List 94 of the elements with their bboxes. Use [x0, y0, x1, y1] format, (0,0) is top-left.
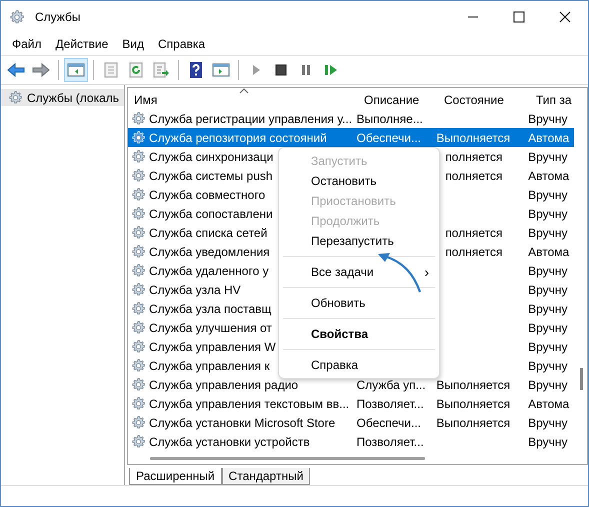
table-cell: Служба управления к — [149, 358, 270, 372]
view-tab[interactable]: Расширенный — [129, 468, 222, 485]
table-cell-text: Вручну — [528, 226, 569, 240]
table-cell: Служба установки устройств — [149, 434, 310, 448]
table-cell-text: Автома — [528, 244, 570, 258]
table-cell: Выполняется — [436, 396, 510, 410]
column-header[interactable]: Имя — [128, 92, 364, 106]
selected-row[interactable]: Служба репозитория состояний Обеспечи... Выполняется Автома — [128, 128, 574, 147]
table-cell: Служба уп... — [356, 378, 426, 392]
table-cell: Служба управления радио — [149, 378, 298, 392]
menu-item[interactable]: Остановить — [279, 171, 439, 191]
menu-item[interactable]: Вид — [115, 37, 151, 51]
gear-icon — [131, 111, 146, 126]
gear-icon — [131, 358, 146, 373]
gear-icon — [131, 187, 146, 202]
table-cell: Позволяет... — [356, 396, 424, 410]
menu-item[interactable]: Все задачи › — [279, 262, 439, 282]
gear-icon — [131, 263, 146, 278]
table-cell: Служба узла HV — [149, 282, 241, 296]
horizontal-scrollbar[interactable] — [150, 457, 425, 460]
menu-item[interactable]: Обновить — [279, 293, 439, 313]
table-cell-text: Вручну — [528, 340, 569, 354]
table-cell: полняется — [445, 168, 502, 182]
table-cell: Выполняе... — [356, 112, 423, 126]
table-cell-text: Вручну — [528, 358, 569, 372]
view-tab[interactable]: Стандартный — [222, 468, 310, 485]
gear-icon — [8, 90, 23, 105]
table-cell: Выполняется — [436, 416, 510, 430]
table-cell: Служба совместного — [149, 188, 266, 202]
gear-icon — [9, 9, 25, 25]
table-cell: Позволяет... — [356, 434, 424, 448]
table-cell-text: Вручну — [528, 302, 569, 316]
table-cell: Служба улучшения от — [149, 320, 272, 334]
gear-icon — [131, 377, 146, 392]
table-cell-text: Вручну — [528, 378, 569, 392]
gear-icon — [131, 168, 146, 183]
gear-icon — [131, 282, 146, 297]
vertical-scrollbar[interactable] — [580, 368, 583, 390]
column-header[interactable]: Тип за — [536, 92, 582, 106]
table-cell: Служба синхронизаци — [149, 150, 274, 164]
gear-icon — [131, 396, 146, 411]
table-cell-text: Вручну — [528, 188, 569, 202]
table-cell: Выполняется — [436, 130, 510, 144]
table-cell-text: Автома — [528, 396, 570, 410]
table-cell-text: Вручну — [528, 264, 569, 278]
menu-item[interactable]: Перезапустить — [279, 231, 439, 251]
tree-item[interactable]: Службы (локаль — [1, 89, 124, 106]
table-cell: Служба управления W — [149, 340, 276, 354]
table-cell: Служба репозитория состояний — [149, 130, 327, 144]
table-cell: полняется — [445, 244, 502, 258]
table-cell-text: Автома — [528, 130, 570, 144]
menu-item[interactable]: Свойства — [279, 324, 439, 344]
console-tree-icon[interactable] — [65, 59, 87, 81]
table-cell: Выполняется — [436, 378, 510, 392]
table-cell-text: Вручну — [528, 206, 569, 220]
column-header[interactable]: Состояние — [444, 92, 536, 106]
column-header[interactable]: Описание — [364, 92, 444, 106]
table-cell: Служба сопоставлени — [149, 206, 273, 220]
gear-icon — [131, 320, 146, 335]
table-cell: Служба уведомления — [149, 244, 270, 258]
gear-icon — [131, 130, 146, 145]
gear-icon — [131, 301, 146, 316]
gear-icon — [131, 339, 146, 354]
table-cell-text: Вручну — [528, 416, 569, 430]
table-cell: Обеспечи... — [356, 416, 421, 430]
table-cell: Служба установки Microsoft Store — [149, 416, 336, 430]
menu-item[interactable]: Справка — [279, 355, 439, 375]
gear-icon — [131, 225, 146, 240]
gear-icon — [131, 149, 146, 164]
table-cell: Служба управления текстовым вв... — [149, 396, 350, 410]
table-cell: Служба регистрации управления у... — [149, 112, 352, 126]
table-cell-text: Вручну — [528, 150, 569, 164]
gear-icon — [131, 415, 146, 430]
gear-icon — [131, 244, 146, 259]
table-cell-text: Вручну — [528, 112, 569, 126]
window-title: Службы — [35, 10, 80, 24]
table-cell: Служба узла поставщ — [149, 302, 272, 316]
table-cell: Служба списка сетей — [149, 226, 268, 240]
table-cell: полняется — [445, 226, 502, 240]
sort-caret-icon — [239, 88, 249, 94]
gear-icon — [131, 206, 146, 221]
menu-item[interactable]: Действие — [48, 37, 116, 51]
menu-item[interactable]: Справка — [151, 37, 212, 51]
table-cell-text: Вручну — [528, 282, 569, 296]
menu-item[interactable]: Файл — [5, 37, 49, 51]
table-cell: Обеспечи... — [356, 130, 421, 144]
tree-label: Службы (локаль — [27, 90, 120, 104]
table-cell-text: Автома — [528, 168, 570, 182]
table-cell: полняется — [445, 150, 502, 164]
gear-icon — [131, 434, 146, 449]
table-cell: Служба системы push — [149, 168, 273, 182]
table-cell-text: Вручну — [528, 320, 569, 334]
table-cell: Служба удаленного у — [149, 264, 269, 278]
table-cell-text: Вручну — [528, 434, 569, 448]
